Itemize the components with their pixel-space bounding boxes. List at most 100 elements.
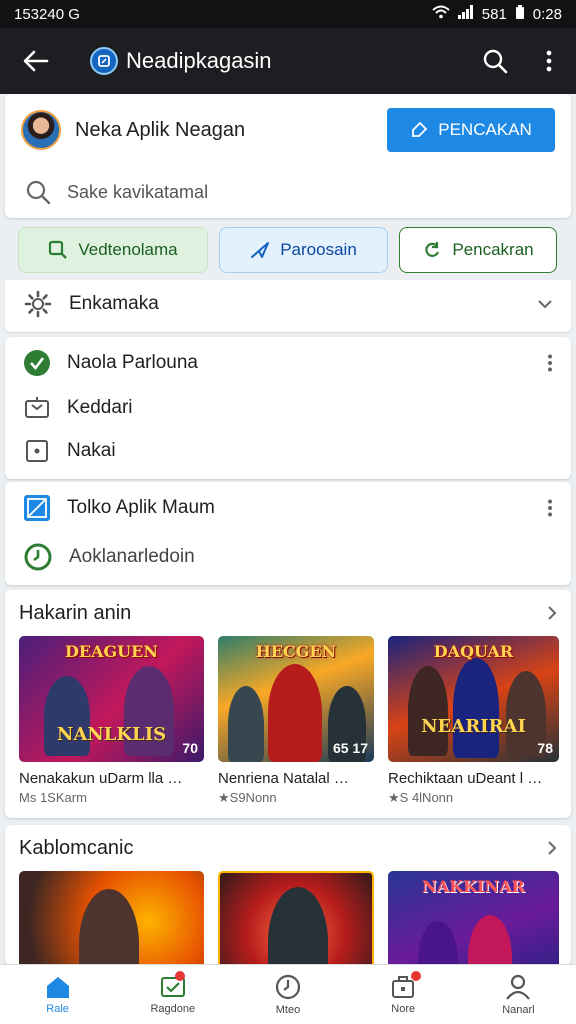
chip-label: Pencakran	[452, 240, 534, 259]
art-title: DAQUAR	[433, 642, 514, 661]
primary-action-button[interactable]: PENCAKAN	[387, 108, 555, 152]
profile-row: Neka Aplik Neagan PENCAKAN	[5, 94, 571, 166]
chip-label: Paroosain	[280, 240, 357, 259]
game-card[interactable]: HECGEN 65 17 Nenriena Natalal … ★S9Nonn	[218, 636, 374, 806]
list-item[interactable]: Aoklanarledoin	[5, 534, 571, 580]
search-placeholder: Sake kavikatamal	[67, 181, 209, 202]
game-title: Nenriena Natalal …	[218, 770, 349, 787]
square-dot-icon	[26, 440, 48, 462]
section-card-2: Kablomcanic NAKKINAR	[5, 825, 571, 965]
nav-label: Nore	[391, 1002, 416, 1015]
list-item-label: Aoklanarledoin	[69, 546, 195, 567]
app-bar: Neadipkagasin	[0, 28, 576, 94]
nav-label: Rale	[46, 1002, 69, 1015]
image-icon	[24, 495, 50, 521]
list-card-2: Tolko Aplik Maum Aoklanarledoin	[5, 482, 571, 585]
search-button[interactable]	[468, 28, 522, 94]
chevron-down-icon	[538, 300, 552, 309]
game-thumbnail: NAKKINAR	[388, 871, 559, 965]
signal-text: 581	[481, 5, 507, 23]
clock-icon	[275, 974, 301, 999]
send-icon	[251, 242, 270, 258]
art-title: DEAGUEN	[65, 642, 158, 661]
settings-row[interactable]: Enkamaka	[5, 280, 571, 328]
search-icon	[49, 240, 68, 259]
status-icons: 581 0:28	[432, 4, 562, 24]
thumb-list: DEAGUEN NANLKLIS 70 Nenakakun uDarm lla …	[5, 636, 571, 806]
game-title: Rechiktaan uDeant l …	[388, 770, 543, 787]
nav-item-clock[interactable]: Mteo	[230, 965, 345, 1024]
profile-card: Neka Aplik Neagan PENCAKAN Sake kavikata…	[5, 94, 571, 218]
game-thumbnail: DEAGUEN NANLKLIS 70	[19, 636, 204, 762]
clock-icon	[24, 543, 52, 571]
inbox-icon	[25, 397, 49, 418]
shield-check-icon	[24, 350, 50, 376]
list-card-1: Naola Parlouna Keddari Nakai	[5, 337, 571, 479]
arrow-left-icon	[23, 50, 49, 72]
game-thumbnail	[19, 871, 204, 965]
nav-item-notes[interactable]: Nore	[346, 965, 461, 1024]
refresh-icon	[425, 242, 440, 257]
section-title: Hakarin anin	[19, 601, 132, 624]
section-title: Kablomcanic	[19, 836, 134, 859]
more-vert-icon[interactable]	[547, 354, 553, 372]
nav-item-profile[interactable]: Nanarl	[461, 965, 576, 1024]
more-vert-icon	[546, 50, 552, 72]
chip-2[interactable]: Paroosain	[219, 227, 388, 273]
list-item[interactable]: Naola Parlouna	[5, 337, 571, 387]
nav-label: Ragdone	[150, 1002, 196, 1015]
game-card[interactable]: DEAGUEN NANLKLIS 70 Nenakakun uDarm lla …	[19, 636, 204, 806]
section-header[interactable]: Kablomcanic	[5, 825, 571, 871]
search-field[interactable]: Sake kavikatamal	[5, 166, 571, 218]
chevron-right-icon	[548, 841, 557, 855]
nav-item-mail[interactable]: Ragdone	[115, 965, 230, 1024]
list-item[interactable]: Tolko Aplik Maum	[5, 482, 571, 534]
list-item[interactable]: Nakai	[5, 429, 571, 473]
thumb-list: NAKKINAR	[5, 871, 571, 965]
section-card-1: Hakarin anin DEAGUEN NANLKLIS 70 Nenakak…	[5, 590, 571, 818]
more-vert-icon[interactable]	[547, 499, 553, 517]
search-icon	[483, 49, 508, 74]
status-bar: 153240 G 581 0:28	[0, 0, 576, 28]
chip-3[interactable]: Pencakran	[399, 227, 557, 273]
game-thumbnail: DAQUAR NEARIRAI 78	[388, 636, 559, 762]
more-options-button[interactable]	[522, 28, 576, 94]
nav-item-home[interactable]: Rale	[0, 965, 115, 1024]
home-icon	[46, 976, 69, 998]
search-icon	[26, 180, 51, 205]
avatar[interactable]	[21, 110, 61, 150]
chip-label: Vedtenolama	[78, 240, 178, 259]
art-subtitle: NANLKLIS	[56, 724, 167, 745]
list-item[interactable]: Keddari	[5, 387, 571, 429]
back-button[interactable]	[0, 28, 72, 94]
game-card[interactable]	[218, 871, 374, 965]
game-subtitle: ★S 4lNonn	[388, 790, 454, 805]
thumb-number: 78	[537, 740, 553, 756]
person-icon	[506, 974, 531, 1000]
settings-label: Enkamaka	[69, 293, 159, 314]
primary-action-label: PENCAKAN	[438, 120, 532, 139]
game-card[interactable]: DAQUAR NEARIRAI 78 Rechiktaan uDeant l ……	[388, 636, 559, 806]
thumb-number: 65 17	[332, 740, 368, 756]
nav-label: Mteo	[275, 1003, 301, 1016]
gear-icon	[24, 290, 52, 318]
app-logo-icon	[90, 47, 118, 75]
game-thumbnail	[218, 871, 374, 965]
game-thumbnail: HECGEN 65 17	[218, 636, 374, 762]
game-card[interactable]: NAKKINAR	[388, 871, 559, 965]
status-time-left: 153240 G	[14, 5, 80, 23]
nav-label: Nanarl	[502, 1003, 535, 1016]
bottom-nav: Rale Ragdone Mteo Nore Nanarl	[0, 964, 576, 1024]
tag-icon	[412, 121, 428, 137]
art-title: HECGEN	[255, 642, 337, 661]
thumb-number: 70	[182, 740, 198, 756]
signal-icon	[457, 5, 474, 23]
list-item-label: Naola Parlouna	[67, 352, 198, 373]
game-title: Nenakakun uDarm lla …	[19, 770, 183, 787]
art-title: NAKKINAR	[422, 877, 525, 896]
chip-1[interactable]: Vedtenolama	[18, 227, 208, 273]
game-card[interactable]	[19, 871, 204, 965]
section-header[interactable]: Hakarin anin	[5, 590, 571, 636]
profile-name: Neka Aplik Neagan	[75, 118, 246, 141]
game-subtitle: ★S9Nonn	[218, 790, 277, 805]
